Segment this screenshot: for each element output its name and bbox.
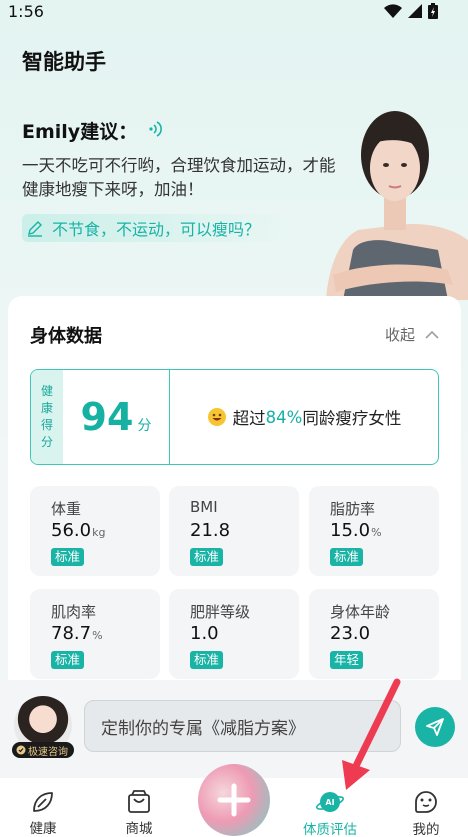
- health-score-unit: 分: [137, 418, 152, 434]
- smile-emoji-icon: [207, 408, 226, 426]
- tab-label: 我的: [412, 822, 440, 837]
- assistant-portrait: [326, 111, 468, 300]
- send-button[interactable]: [415, 707, 455, 747]
- score-comparison: 超过 84% 同龄瘦疗女性: [170, 370, 438, 464]
- plus-icon: [217, 783, 251, 817]
- quick-consult-label: 极速咨询: [28, 746, 68, 758]
- send-icon: [426, 718, 444, 736]
- status-badge: 标准: [190, 548, 224, 566]
- leaf-icon: [33, 791, 53, 812]
- metric-body-age[interactable]: 身体年龄 23.0 年轻: [309, 589, 439, 679]
- tag-char: 康: [40, 401, 53, 415]
- metric-label: 肥胖等级: [190, 603, 251, 621]
- metric-label: 肌肉率: [51, 603, 97, 621]
- voice-icon[interactable]: [149, 120, 165, 142]
- tag-char: 健: [40, 384, 53, 398]
- compare-suffix: 同龄瘦疗女性: [302, 409, 402, 428]
- compare-prefix: 超过: [232, 409, 266, 428]
- metric-body-fat[interactable]: 脂肪率 15.0% 标准: [309, 486, 439, 576]
- metric-unit: %: [92, 629, 103, 642]
- tab-assessment[interactable]: AI 体质评估: [290, 778, 370, 837]
- battery-icon: [428, 3, 438, 19]
- metric-value: 23.0: [330, 623, 370, 644]
- metric-weight[interactable]: 体重 56.0kg 标准: [30, 486, 160, 576]
- status-icons: [384, 3, 438, 19]
- metric-unit: kg: [92, 526, 106, 539]
- metric-label: BMI: [190, 498, 218, 516]
- tab-profile[interactable]: 我的: [386, 778, 466, 837]
- metric-label: 身体年龄: [330, 603, 391, 621]
- health-score-tag: 健 康 得 分: [31, 370, 63, 464]
- health-score-box: 健 康 得 分 94 分 超过 84% 同龄瘦疗女性: [30, 369, 439, 465]
- advice-text: 一天不吃可不行哟，合理饮食加运动，才能健康地瘦下来呀，加油！: [22, 156, 336, 199]
- shopping-bag-icon: [128, 789, 150, 813]
- pencil-icon: [28, 221, 42, 237]
- plan-input[interactable]: 定制你的专属《减脂方案》: [84, 700, 401, 752]
- ai-planet-icon: AI: [315, 792, 345, 812]
- status-badge: 标准: [51, 651, 85, 669]
- status-badge: 标准: [190, 651, 224, 669]
- status-badge: 标准: [330, 548, 364, 566]
- metric-muscle[interactable]: 肌肉率 78.7% 标准: [30, 589, 160, 679]
- metric-unit: %: [371, 526, 382, 539]
- metric-label: 体重: [51, 500, 82, 518]
- advisor-name: Emily建议：: [22, 121, 138, 143]
- metric-value: 56.0kg: [51, 520, 105, 541]
- compare-percent: 84%: [265, 407, 303, 427]
- metric-number: 78.7: [51, 623, 92, 644]
- status-time: 1:56: [8, 2, 44, 21]
- tab-health[interactable]: 健康: [3, 778, 83, 837]
- svg-text:AI: AI: [325, 798, 334, 807]
- metric-number: 23.0: [330, 623, 371, 644]
- wifi-icon: [384, 4, 402, 18]
- quick-consult-badge[interactable]: 极速咨询: [12, 742, 74, 758]
- signal-icon: [408, 4, 422, 18]
- metric-value: 78.7%: [51, 623, 103, 644]
- status-bar: 1:56: [0, 0, 468, 26]
- metric-number: 21.8: [190, 520, 231, 541]
- page-title: 智能助手: [22, 50, 106, 74]
- metric-obesity-level[interactable]: 肥胖等级 1.0 标准: [169, 589, 299, 679]
- consult-icon: [16, 745, 26, 755]
- tag-char: 分: [40, 435, 53, 449]
- advice-header: Emily建议：: [22, 117, 165, 144]
- health-score-value: 94: [80, 395, 134, 439]
- tab-label: 商城: [125, 821, 153, 837]
- metric-number: 1.0: [190, 623, 219, 644]
- metric-value: 21.8: [190, 520, 230, 541]
- face-icon: [415, 791, 437, 813]
- tab-label: 健康: [29, 821, 57, 837]
- question-chip[interactable]: 不节食，不运动，可以瘦吗？: [22, 214, 284, 242]
- metric-number: 15.0: [330, 520, 371, 541]
- metric-number: 56.0: [51, 520, 92, 541]
- body-data-card: 身体数据 收起 健 康 得 分 94 分 超过 84% 同龄瘦疗女性 体重 56.0…: [8, 296, 461, 680]
- tag-char: 得: [40, 418, 53, 432]
- status-badge: 标准: [51, 548, 85, 566]
- metric-value: 1.0: [190, 623, 219, 644]
- tab-label: 体质评估: [303, 822, 357, 837]
- card-title: 身体数据: [30, 326, 102, 347]
- status-badge: 年轻: [330, 651, 364, 669]
- collapse-button[interactable]: 收起: [385, 324, 439, 345]
- add-button[interactable]: [198, 764, 270, 836]
- metric-label: 脂肪率: [330, 500, 376, 518]
- collapse-label: 收起: [384, 326, 415, 344]
- tab-shop[interactable]: 商城: [99, 778, 179, 837]
- metric-value: 15.0%: [330, 520, 382, 541]
- question-text: 不节食，不运动，可以瘦吗？: [52, 220, 261, 239]
- metric-bmi[interactable]: BMI 21.8 标准: [169, 486, 299, 576]
- chevron-up-icon: [425, 330, 439, 339]
- health-score: 94 分: [63, 370, 170, 464]
